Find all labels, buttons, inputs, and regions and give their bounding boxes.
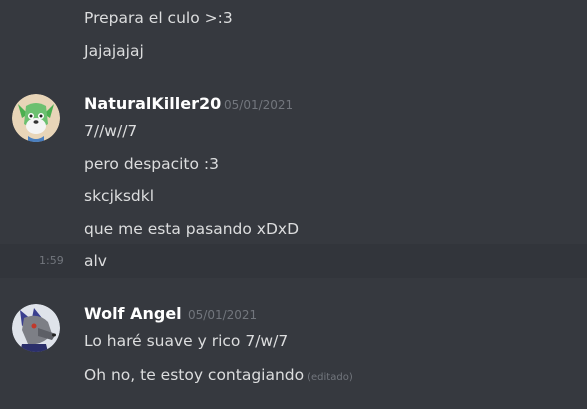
message-text: que me esta pasando xDxD	[84, 220, 300, 238]
message-row[interactable]: que me esta pasando xDxD	[0, 212, 587, 244]
message-text: skcjksdkl	[84, 187, 155, 205]
message-text: Prepara el culo >:3	[84, 9, 233, 27]
chat-message-list: Prepara el culo >:3 Jajajajaj NaturalKil…	[0, 0, 587, 409]
message-text: Oh no, te estoy contagiando (editado)	[84, 365, 353, 388]
message-text: alv	[84, 252, 107, 270]
message-row[interactable]: pero despacito :3	[0, 148, 587, 180]
message-row[interactable]: Oh no, te estoy contagiando (editado)	[0, 358, 587, 392]
message-text: 7//w//7	[84, 122, 138, 140]
message-row[interactable]: 7//w//7	[0, 114, 587, 148]
message-row[interactable]: Jajajajaj	[0, 34, 587, 66]
username-naturalkiller20[interactable]: NaturalKiller20	[84, 94, 221, 114]
message-row[interactable]: Prepara el culo >:3	[0, 0, 587, 34]
message-text: Jajajajaj	[84, 42, 144, 60]
message-row-hovered[interactable]: 1:59 alv	[0, 244, 587, 278]
message-row[interactable]: Lo haré suave y rico 7/w/7	[0, 324, 587, 358]
message-body: Oh no, te estoy contagiando	[84, 366, 305, 384]
message-text: Lo haré suave y rico 7/w/7	[84, 332, 289, 350]
edited-indicator: (editado)	[307, 372, 353, 383]
message-row[interactable]: skcjksdkl	[0, 180, 587, 212]
hover-timestamp: 1:59	[39, 254, 64, 267]
message-timestamp: 05/01/2021	[224, 98, 294, 112]
message-timestamp: 05/01/2021	[188, 308, 258, 322]
message-text: pero despacito :3	[84, 155, 220, 173]
username-wolf-angel[interactable]: Wolf Angel	[84, 304, 182, 324]
